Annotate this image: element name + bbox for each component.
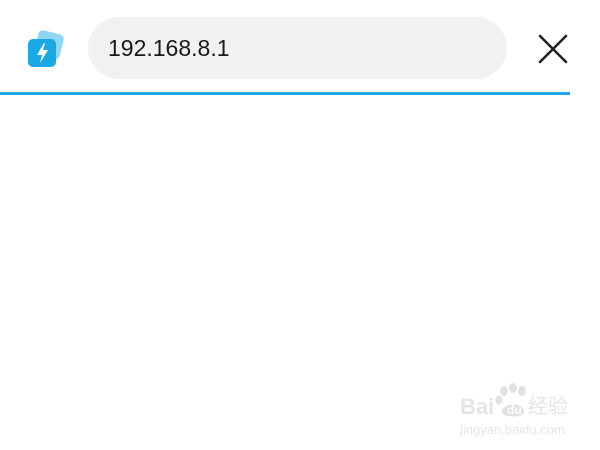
close-button[interactable] [532, 28, 574, 70]
svg-text:du: du [507, 403, 522, 417]
browser-screen: Bai du 经验 jingyan.baidu.com [0, 0, 600, 450]
address-bar[interactable] [88, 17, 507, 79]
svg-text:Bai: Bai [460, 394, 494, 419]
baidu-watermark-logo: Bai du 经验 jingyan.baidu.com [459, 383, 568, 437]
browser-app-icon[interactable] [25, 30, 69, 70]
close-icon [538, 34, 568, 64]
url-input[interactable] [108, 34, 507, 62]
baidu-jingyan-watermark: Bai du 经验 jingyan.baidu.com [458, 382, 588, 442]
lightning-bolt-icon [28, 30, 64, 67]
svg-text:经验: 经验 [528, 394, 568, 418]
svg-text:jingyan.baidu.com: jingyan.baidu.com [459, 422, 565, 437]
